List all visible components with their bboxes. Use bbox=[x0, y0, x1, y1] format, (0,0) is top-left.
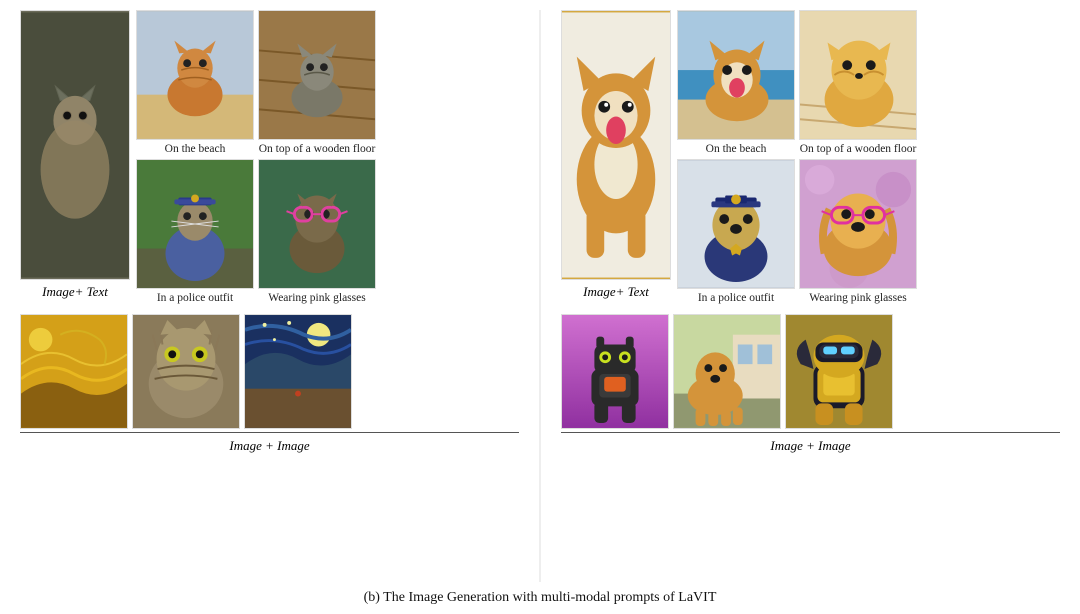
cat-source-label: Image+ Text bbox=[42, 284, 108, 300]
cat-panel: Image+ Text bbox=[20, 10, 519, 582]
cat-beach-item: On the beach bbox=[136, 10, 254, 155]
cat-floor-item: On top of a wooden floor bbox=[258, 10, 376, 155]
cat-beach-image bbox=[136, 10, 254, 140]
dog-armored-result bbox=[785, 314, 893, 429]
cat-vangogh-2 bbox=[244, 314, 352, 429]
dog-bottom-label: Image + Image bbox=[561, 438, 1060, 454]
dog-floor-label: On top of a wooden floor bbox=[800, 143, 917, 155]
cat-bottom-label: Image + Image bbox=[20, 438, 519, 454]
dog-results-grid: On the beach bbox=[677, 10, 917, 304]
dog-image-text-section: Image+ Text bbox=[561, 10, 1060, 304]
divider bbox=[539, 10, 541, 582]
cat-vangogh-1 bbox=[20, 314, 128, 429]
dog-glasses-image bbox=[799, 159, 917, 289]
cat-source-image bbox=[20, 10, 130, 280]
cat-floor-image bbox=[258, 10, 376, 140]
dog-results-row-2: In a police outfit bbox=[677, 159, 917, 304]
dog-panel: Image+ Text bbox=[561, 10, 1060, 582]
page-caption: (b) The Image Generation with multi-moda… bbox=[364, 590, 717, 606]
dog-glasses-item: Wearing pink glasses bbox=[799, 159, 917, 304]
dog-street-source bbox=[673, 314, 781, 429]
cat-image-text-section: Image+ Text bbox=[20, 10, 519, 304]
cat-results-row-1: On the beach bbox=[136, 10, 376, 155]
cat-glasses-label: Wearing pink glasses bbox=[268, 292, 365, 304]
dog-floor-image bbox=[799, 10, 917, 140]
cat-beach-label: On the beach bbox=[165, 143, 226, 155]
dog-beach-image bbox=[677, 10, 795, 140]
dog-police-label: In a police outfit bbox=[698, 292, 774, 304]
dog-police-image bbox=[677, 159, 795, 289]
cat-glasses-image bbox=[258, 159, 376, 289]
cat-source-container: Image+ Text bbox=[20, 10, 130, 300]
cat-results-grid: On the beach bbox=[136, 10, 376, 304]
cat-police-label: In a police outfit bbox=[157, 292, 233, 304]
dog-results-row-1: On the beach bbox=[677, 10, 917, 155]
dog-glasses-label: Wearing pink glasses bbox=[809, 292, 906, 304]
cat-bottom-images bbox=[20, 314, 519, 433]
dog-robot-source bbox=[561, 314, 669, 429]
dog-source-label: Image+ Text bbox=[583, 284, 649, 300]
dog-source-container: Image+ Text bbox=[561, 10, 671, 300]
cat-image-image-section: Image + Image bbox=[20, 314, 519, 454]
cat-police-item: In a police outfit bbox=[136, 159, 254, 304]
dog-police-item: In a police outfit bbox=[677, 159, 795, 304]
dog-beach-label: On the beach bbox=[706, 143, 767, 155]
cat-results-row-2: In a police outfit bbox=[136, 159, 376, 304]
cat-floor-label: On top of a wooden floor bbox=[259, 143, 376, 155]
dog-bottom-images bbox=[561, 314, 1060, 433]
dog-source-image bbox=[561, 10, 671, 280]
dog-beach-item: On the beach bbox=[677, 10, 795, 155]
main-layout: Image+ Text bbox=[20, 10, 1060, 582]
cat-police-image bbox=[136, 159, 254, 289]
dog-floor-item: On top of a wooden floor bbox=[799, 10, 917, 155]
cat-tabby-source bbox=[132, 314, 240, 429]
cat-glasses-item: Wearing pink glasses bbox=[258, 159, 376, 304]
dog-image-image-section: Image + Image bbox=[561, 314, 1060, 454]
